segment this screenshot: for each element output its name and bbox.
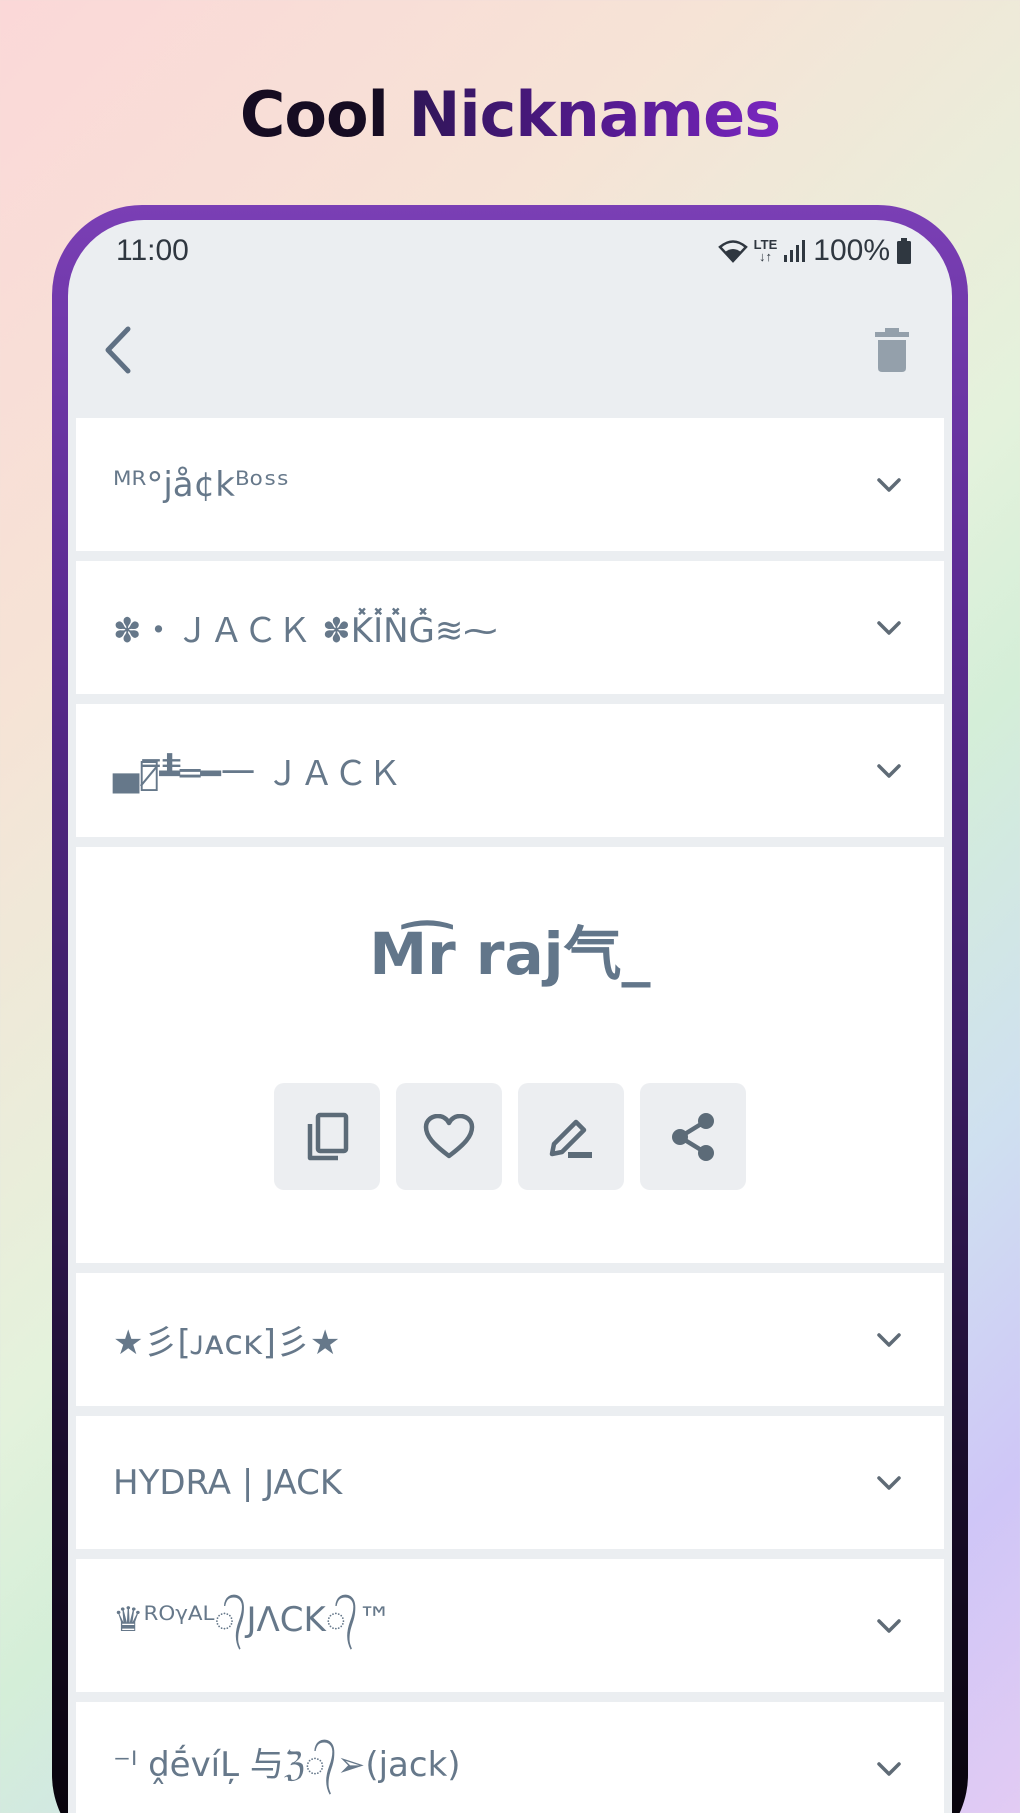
chevron-left-icon: [100, 325, 140, 375]
nickname-item[interactable]: HYDRA | JACK: [76, 1416, 944, 1549]
signal-icon: [783, 239, 807, 263]
nickname-item[interactable]: ★彡[ᴊᴀᴄᴋ]彡★: [76, 1273, 944, 1406]
nickname-text: ♛ᴿᴼᵞᴬᴸ᭄JΛCK᭄™: [113, 1600, 392, 1640]
nickname-text: ⁻ᴵ ḓḗvíĻ 与ℨ᭄➢(jack): [113, 1744, 461, 1785]
nickname-text: ᴹᴿ°jå¢kᴮᵒˢˢ: [113, 464, 290, 505]
headline-word-2: Nicknames: [408, 78, 781, 151]
expanded-nickname-text: M͡r raj气_: [369, 920, 651, 988]
nickname-text: ▄︻̷̿┻̿═━一 ＪＡＣＫ: [113, 754, 402, 794]
nickname-item[interactable]: ᴹᴿ°jå¢kᴮᵒˢˢ: [76, 418, 944, 551]
delete-button[interactable]: [862, 320, 922, 380]
status-time: 11:00: [116, 234, 189, 267]
nickname-item[interactable]: ♛ᴿᴼᵞᴬᴸ᭄JΛCK᭄™: [76, 1559, 944, 1692]
app-bar: [68, 300, 952, 400]
copy-icon: [304, 1112, 350, 1162]
status-bar: 11:00 LTE ↓↑ 100%: [68, 220, 952, 280]
expanded-nickname-card: M͡r raj气_: [76, 847, 944, 1263]
nickname-item[interactable]: ✽・ＪＡＣＫ ✽K̽̽I̽̽N̽̽G̽̽≋⁓: [76, 561, 944, 694]
chevron-down-icon[interactable]: [874, 756, 904, 786]
chevron-down-icon[interactable]: [874, 613, 904, 643]
edit-button[interactable]: [518, 1083, 624, 1190]
share-button[interactable]: [640, 1083, 746, 1190]
wifi-icon: [717, 239, 748, 263]
phone-screen: 11:00 LTE ↓↑ 100% ᴹᴿ°jå¢kᴮᵒˢˢ ✽・ＪＡＣＫ ✽K̽…: [68, 220, 952, 1813]
battery-icon: [896, 238, 912, 264]
trash-icon: [874, 328, 910, 372]
nickname-text: ✽・ＪＡＣＫ ✽K̽̽I̽̽N̽̽G̽̽≋⁓: [113, 611, 498, 651]
nickname-item[interactable]: ⁻ᴵ ḓḗvíĻ 与ℨ᭄➢(jack): [76, 1702, 944, 1813]
nickname-actions: [76, 1083, 944, 1190]
chevron-down-icon[interactable]: [874, 1611, 904, 1641]
headline-word-1: Cool: [239, 78, 389, 151]
share-icon: [668, 1111, 718, 1163]
phone-frame: 11:00 LTE ↓↑ 100% ᴹᴿ°jå¢kᴮᵒˢˢ ✽・ＪＡＣＫ ✽K̽…: [52, 205, 968, 1813]
chevron-down-icon[interactable]: [874, 1754, 904, 1784]
nickname-text: HYDRA | JACK: [113, 1462, 343, 1503]
chevron-down-icon[interactable]: [874, 470, 904, 500]
nickname-text: ★彡[ᴊᴀᴄᴋ]彡★: [113, 1323, 341, 1363]
favorite-button[interactable]: [396, 1083, 502, 1190]
back-button[interactable]: [90, 320, 150, 380]
status-icons: LTE ↓↑ 100%: [717, 234, 912, 268]
battery-level: 100%: [813, 234, 890, 267]
nickname-item[interactable]: ▄︻̷̿┻̿═━一 ＪＡＣＫ: [76, 704, 944, 837]
copy-button[interactable]: [274, 1083, 380, 1190]
chevron-down-icon[interactable]: [874, 1325, 904, 1355]
edit-icon: [546, 1114, 596, 1160]
network-type: LTE ↓↑: [753, 237, 778, 264]
nickname-list: ᴹᴿ°jå¢kᴮᵒˢˢ ✽・ＪＡＣＫ ✽K̽̽I̽̽N̽̽G̽̽≋⁓ ▄︻̷̿┻…: [76, 418, 944, 1813]
heart-icon: [423, 1113, 475, 1160]
chevron-down-icon[interactable]: [874, 1468, 904, 1498]
headline: Cool Nicknames: [0, 78, 1020, 151]
